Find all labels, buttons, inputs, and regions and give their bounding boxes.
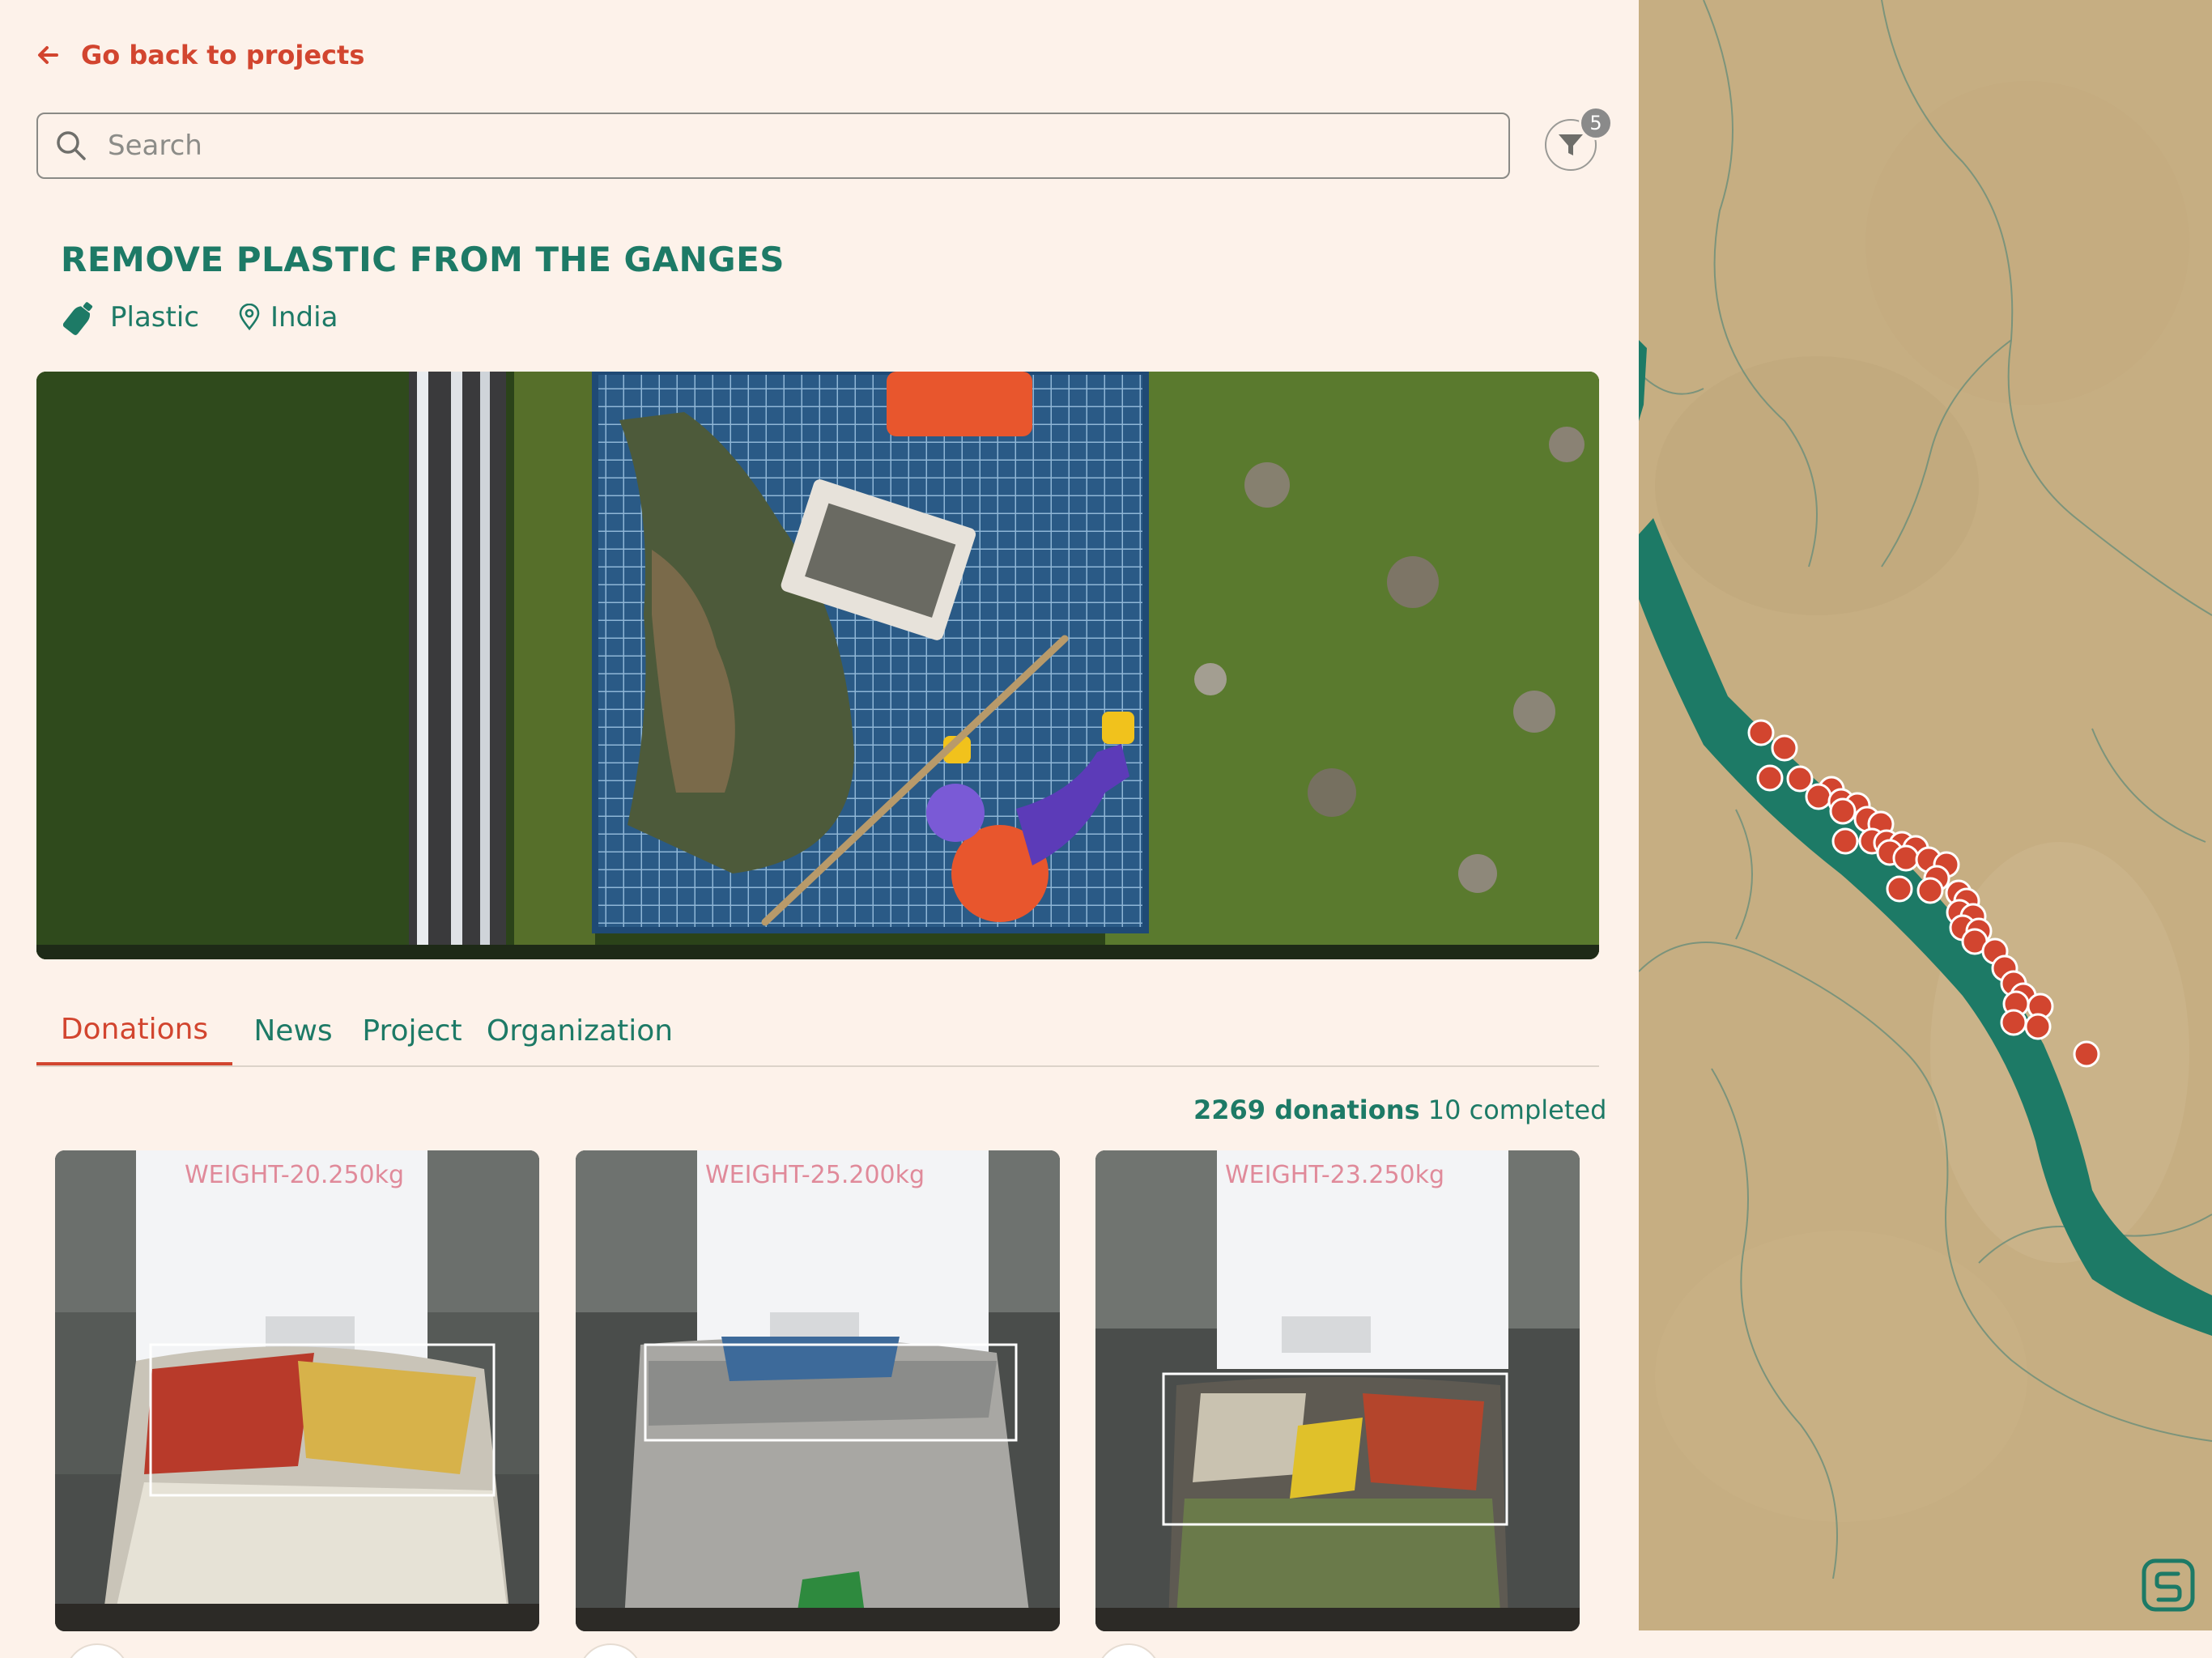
donor-avatar	[1096, 1643, 1161, 1658]
map-pin-icon	[239, 304, 260, 331]
donation-completed: 10 completed	[1427, 1095, 1607, 1125]
project-title: REMOVE PLASTIC FROM THE GANGES	[61, 240, 785, 279]
tab-donations[interactable]: Donations	[36, 996, 232, 1065]
donor-avatar	[578, 1643, 643, 1658]
search-input[interactable]	[106, 129, 1486, 163]
tab-organization[interactable]: Organization	[487, 996, 673, 1065]
tab-news[interactable]: News	[249, 996, 338, 1065]
donation-card[interactable]: WEIGHT-20.250kg	[55, 1150, 539, 1631]
donation-photo: WEIGHT-25.200kg	[576, 1150, 1060, 1631]
search-field[interactable]	[36, 113, 1510, 179]
donation-card[interactable]: WEIGHT-25.200kg	[576, 1150, 1060, 1631]
project-meta: Plastic India	[63, 296, 338, 338]
app-logo-icon[interactable]	[2139, 1556, 2197, 1614]
back-link-label: Go back to projects	[81, 40, 365, 70]
project-tabs: Donations News Project Organization	[36, 996, 1599, 1067]
project-hero-image	[36, 372, 1599, 959]
map-footer-strip	[1639, 1630, 2212, 1658]
donation-summary: 2269 donations 10 completed	[1193, 1095, 1606, 1125]
filter-icon	[1559, 134, 1583, 155]
tab-project[interactable]: Project	[355, 996, 469, 1065]
filter-count-badge: 5	[1579, 106, 1613, 140]
project-category-label: Plastic	[110, 301, 199, 334]
donation-card[interactable]: WEIGHT-23.250kg	[1095, 1150, 1580, 1631]
back-to-projects-link[interactable]: Go back to projects	[36, 37, 364, 73]
card-weight-label: WEIGHT-20.250kg	[185, 1161, 404, 1189]
bottle-icon	[63, 302, 93, 335]
project-map[interactable]	[1639, 0, 2212, 1630]
arrow-left-icon	[38, 46, 58, 64]
project-location: India	[238, 301, 338, 334]
donor-avatar	[65, 1643, 130, 1658]
project-category: Plastic	[63, 299, 199, 336]
card-weight-label: WEIGHT-23.250kg	[1225, 1161, 1444, 1189]
project-detail-panel: Go back to projects 5 REMOVE PLASTIC FRO…	[0, 0, 1639, 1658]
donation-photo: WEIGHT-23.250kg	[1095, 1150, 1580, 1631]
donation-photo: WEIGHT-20.250kg	[55, 1150, 539, 1631]
project-location-label: India	[270, 301, 338, 334]
donation-count: 2269 donations	[1193, 1095, 1420, 1125]
search-icon	[57, 131, 86, 160]
card-weight-label: WEIGHT-25.200kg	[705, 1161, 925, 1189]
